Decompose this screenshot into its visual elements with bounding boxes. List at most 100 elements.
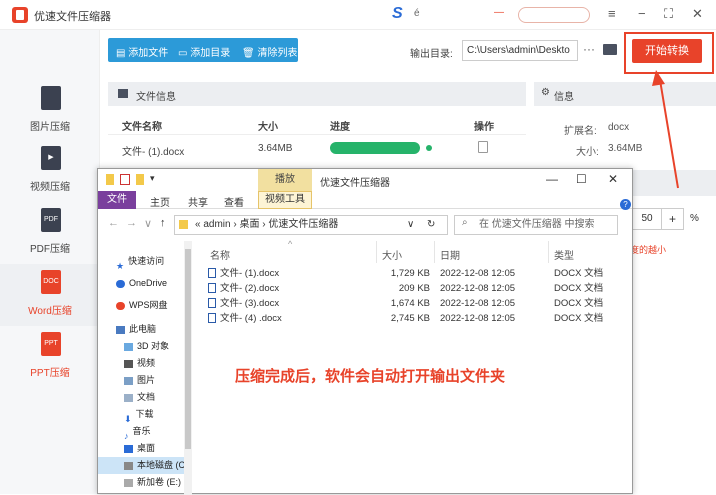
breadcrumb-desktop[interactable]: 桌面 <box>240 219 260 230</box>
breadcrumb-separator: › <box>262 219 266 230</box>
start-convert-button[interactable]: 开始转换 <box>632 39 702 63</box>
new-folder-icon[interactable] <box>136 174 144 185</box>
properties-icon[interactable] <box>120 174 130 185</box>
folder-icon[interactable] <box>603 44 617 55</box>
breadcrumb-separator: › <box>233 219 237 230</box>
info-panel-title: 信息 <box>554 92 574 103</box>
column-divider <box>548 241 549 263</box>
list-item[interactable]: 文件- (1).docx 1,729 KB 2022-12-08 12:05 D… <box>208 266 628 281</box>
up-icon[interactable]: ↑ <box>160 217 166 229</box>
nav-item-quick-access[interactable]: ★ 快速访问 <box>98 253 184 270</box>
refresh-icon[interactable]: ↻ <box>427 216 435 234</box>
user-pill[interactable] <box>518 7 590 23</box>
s-brand-icon[interactable]: S <box>392 5 403 23</box>
nav-item-videos[interactable]: 视频 <box>98 355 184 372</box>
explorer-title: 优速文件压缩器 <box>320 178 390 189</box>
nav-item-local-disk[interactable]: 本地磁盘 (C <box>98 457 184 474</box>
clear-list-button[interactable]: 🗑 清除列表 <box>242 44 297 59</box>
app-title: 优速文件压缩器 <box>34 11 111 23</box>
ext-value: docx <box>608 122 630 133</box>
address-bar[interactable]: « admin › 桌面 › 优速文件压缩器 ∨ ↻ <box>174 215 448 235</box>
file-name: 文件- (4) .docx <box>208 311 282 326</box>
document-folder-icon <box>124 393 133 402</box>
tab-video-tools[interactable]: 视频工具 <box>258 191 312 209</box>
pdf-icon: PDF <box>41 208 61 232</box>
nav-item-wps[interactable]: WPS网盘 <box>98 297 184 314</box>
search-icon: ⌕ <box>462 217 468 228</box>
col-size[interactable]: 大小 <box>382 247 402 262</box>
status-dot <box>426 145 432 151</box>
add-dir-button[interactable]: ▭ 添加目录 <box>178 44 230 59</box>
gear-icon: ⚙ <box>541 87 550 98</box>
explorer-window: ▾ 播放 优速文件压缩器 — ☐ ✕ 文件 主页 共享 查看 视频工具 ← → … <box>97 168 633 495</box>
search-input[interactable]: 在 优速文件压缩器 中搜索 <box>454 215 618 235</box>
maximize-icon[interactable]: ⛶ <box>664 6 673 22</box>
computer-icon <box>116 325 125 334</box>
nav-item-onedrive[interactable]: OneDrive <box>98 275 184 292</box>
recent-dropdown-icon[interactable]: ∨ <box>144 217 152 230</box>
file-size: 1,729 KB <box>390 268 430 279</box>
sidebar-item-video[interactable]: ▶ 视频压缩 <box>0 140 100 202</box>
output-path-field[interactable]: C:\Users\admin\Deskto <box>462 40 578 61</box>
nav-scrollbar-thumb[interactable] <box>185 249 191 449</box>
back-icon[interactable]: ← <box>108 217 119 229</box>
explorer-maximize-icon[interactable]: ☐ <box>576 172 587 186</box>
menu-icon[interactable]: ≡ <box>608 6 616 21</box>
nav-item-documents[interactable]: 文档 <box>98 389 184 406</box>
delete-icon[interactable] <box>478 141 488 153</box>
sidebar-item-pdf[interactable]: PDF PDF压缩 <box>0 202 100 264</box>
forward-icon[interactable]: → <box>126 217 137 229</box>
minimize-icon[interactable]: − <box>638 6 646 21</box>
list-item[interactable]: 文件- (4) .docx 2,745 KB 2022-12-08 12:05 … <box>208 311 628 326</box>
compress-level-input[interactable]: 50 <box>632 208 662 230</box>
breadcrumb-current[interactable]: 优速文件压缩器 <box>268 219 338 230</box>
breadcrumb-admin[interactable]: admin <box>203 219 230 230</box>
close-icon[interactable]: ✕ <box>692 6 703 22</box>
tab-share[interactable]: 共享 <box>188 194 208 209</box>
sidebar-item-word[interactable]: DOC Word压缩 <box>0 264 100 326</box>
tab-file[interactable]: 文件 <box>98 191 136 209</box>
nav-item-music[interactable]: ♪ 音乐 <box>98 423 184 440</box>
breadcrumb-overflow[interactable]: « <box>195 219 201 230</box>
manage-tab[interactable]: 播放 <box>258 169 312 191</box>
nav-item-downloads[interactable]: ⬇ 下载 <box>98 406 184 423</box>
file-type: DOCX 文档 <box>554 298 604 309</box>
address-dropdown-icon[interactable]: ∨ <box>407 216 414 234</box>
docx-icon <box>208 268 216 279</box>
nav-item-desktop[interactable]: 桌面 <box>98 440 184 457</box>
qa-dropdown-icon[interactable]: ▾ <box>150 173 155 184</box>
e-icon[interactable]: é <box>414 8 420 19</box>
file-date: 2022-12-08 12:05 <box>440 313 516 324</box>
nav-item-new-volume[interactable]: 新加卷 (E:) <box>98 474 184 491</box>
nav-item-3d[interactable]: 3D 对象 <box>98 338 184 355</box>
list-item[interactable]: 文件- (3).docx 1,674 KB 2022-12-08 12:05 D… <box>208 296 628 311</box>
list-item[interactable]: 文件- (2).docx 209 KB 2022-12-08 12:05 DOC… <box>208 281 628 296</box>
add-file-button[interactable]: ▤ 添加文件 <box>116 44 168 59</box>
percent-label: % <box>690 213 699 224</box>
file-type: DOCX 文档 <box>554 313 604 324</box>
column-divider <box>434 241 435 263</box>
more-button[interactable]: ··· <box>583 42 595 56</box>
sidebar-item-ppt[interactable]: PPT PPT压缩 <box>0 326 100 388</box>
col-name[interactable]: 名称 <box>210 247 230 262</box>
col-date[interactable]: 日期 <box>440 247 460 262</box>
divider <box>108 134 526 135</box>
file-info-icon <box>118 89 128 98</box>
col-type[interactable]: 类型 <box>554 247 574 262</box>
tab-home[interactable]: 主页 <box>150 194 170 209</box>
sidebar-item-label: PDF压缩 <box>30 244 70 255</box>
tab-view[interactable]: 查看 <box>224 194 244 209</box>
explorer-minimize-icon[interactable]: — <box>546 172 558 186</box>
dash-icon: — <box>494 7 504 18</box>
cloud-icon <box>116 279 125 288</box>
file-name: 文件- (1).docx <box>208 266 279 281</box>
info-panel-header: ⚙ 信息 <box>534 82 716 106</box>
nav-pane: ★ 快速访问 OneDrive WPS网盘 此电脑 3D 对象 视频 图片 文档 … <box>98 241 192 495</box>
help-icon[interactable]: ? <box>620 199 631 210</box>
nav-item-this-pc[interactable]: 此电脑 <box>98 321 184 338</box>
explorer-close-icon[interactable]: ✕ <box>608 172 618 186</box>
drive-icon <box>124 461 133 470</box>
level-plus-button[interactable]: + <box>662 208 684 230</box>
sidebar-item-image[interactable]: 图片压缩 <box>0 80 100 142</box>
nav-item-pictures[interactable]: 图片 <box>98 372 184 389</box>
